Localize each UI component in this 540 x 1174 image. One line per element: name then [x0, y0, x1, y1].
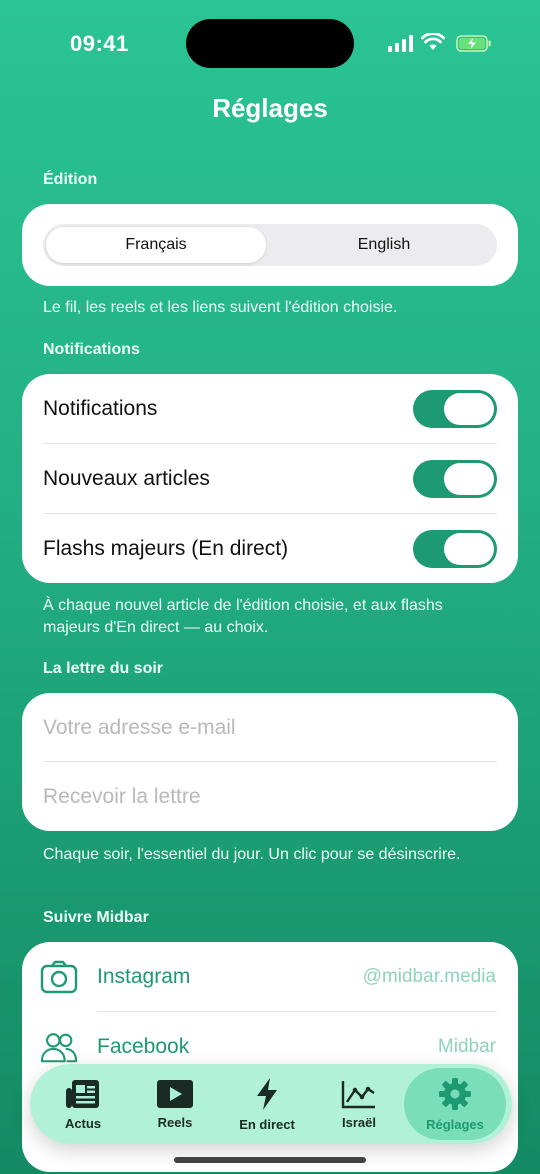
breaking-news-row: Flashs majeurs (En direct)	[43, 514, 497, 584]
new-articles-toggle[interactable]	[413, 460, 497, 498]
new-articles-row: Nouveaux articles	[43, 444, 497, 514]
tab-en-direct-label: En direct	[239, 1116, 295, 1132]
cellular-signal-icon	[388, 35, 413, 52]
newsletter-footnote: Chaque soir, l'essentiel du jour. Un cli…	[43, 846, 461, 863]
edition-option-francais[interactable]: Français	[46, 227, 266, 263]
status-bar: 09:41	[0, 0, 540, 90]
breaking-news-toggle[interactable]	[413, 530, 497, 568]
notifications-toggle[interactable]	[413, 390, 497, 428]
notifications-footnote: À chaque nouvel article de l'édition cho…	[43, 597, 443, 636]
newsletter-card: Recevoir la lettre	[22, 693, 518, 831]
page-title: Réglages	[212, 93, 328, 123]
email-field[interactable]	[43, 693, 497, 763]
tab-actus-label: Actus	[64, 1115, 102, 1131]
tab-reglages[interactable]: Réglages	[404, 1068, 506, 1140]
follow-section-label: Suivre Midbar	[43, 909, 149, 926]
notifications-row-label: Notifications	[43, 397, 158, 420]
notifications-section-label: Notifications	[43, 341, 140, 358]
home-indicator	[174, 1157, 366, 1163]
instagram-handle: @midbar.media	[362, 966, 496, 987]
tab-bar: Actus Reels En direct Israël Réglages	[30, 1064, 512, 1144]
breaking-news-row-label: Flashs majeurs (En direct)	[43, 537, 289, 560]
camera-icon	[40, 960, 78, 994]
edition-section-label: Édition	[43, 171, 98, 188]
tab-reels-label: Reels	[157, 1114, 193, 1130]
notifications-card: Notifications Nouveaux articles Flashs m…	[22, 374, 518, 583]
tab-en-direct[interactable]: En direct	[220, 1064, 314, 1144]
wifi-icon	[421, 33, 445, 50]
new-articles-row-label: Nouveaux articles	[43, 467, 210, 490]
notifications-row: Notifications	[43, 374, 497, 444]
instagram-row[interactable]: Instagram @midbar.media	[22, 942, 518, 1012]
tab-israel[interactable]: Israël	[314, 1064, 404, 1144]
status-time: 09:41	[70, 31, 129, 56]
edition-card: Français English	[22, 204, 518, 286]
tab-actus[interactable]: Actus	[36, 1064, 130, 1144]
edition-segmented-control: Français English	[43, 224, 497, 266]
tab-israel-label: Israël	[342, 1114, 376, 1130]
chart-icon	[341, 1080, 375, 1108]
people-icon	[40, 1033, 78, 1063]
subscribe-button[interactable]: Recevoir la lettre	[43, 762, 201, 832]
edition-option-english[interactable]: English	[274, 227, 494, 263]
edition-footnote: Le fil, les reels et les liens suivent l…	[43, 299, 398, 316]
bolt-icon	[257, 1077, 277, 1110]
tab-reglages-label: Réglages	[426, 1116, 484, 1132]
instagram-label: Instagram	[97, 965, 191, 988]
newspaper-icon	[66, 1079, 99, 1108]
dynamic-island	[186, 19, 354, 68]
newsletter-section-label: La lettre du soir	[43, 660, 164, 677]
tab-reels[interactable]: Reels	[130, 1064, 220, 1144]
battery-charging-icon	[456, 35, 491, 52]
gear-icon	[439, 1077, 471, 1110]
play-icon	[157, 1079, 193, 1108]
